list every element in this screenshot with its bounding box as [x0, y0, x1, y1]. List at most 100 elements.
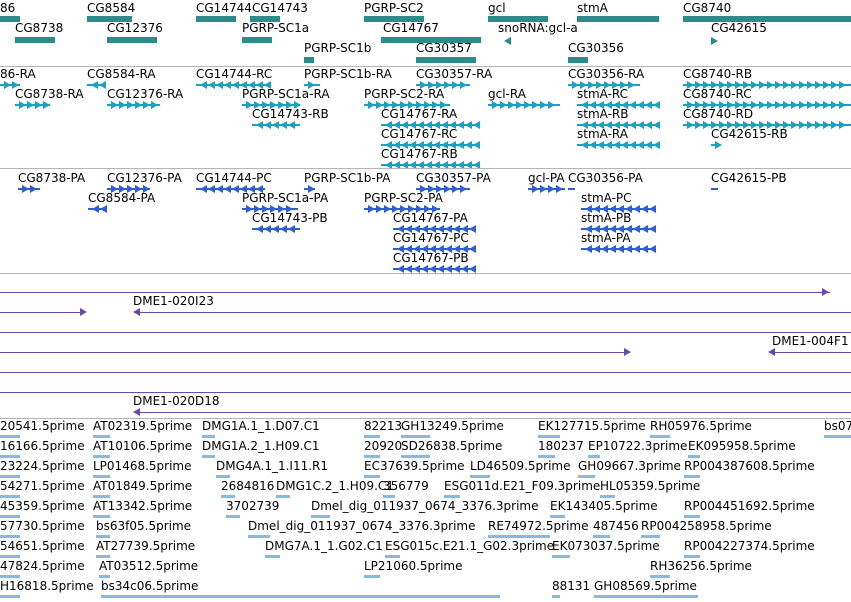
est_track-label[interactable]: RH36256.5prime: [650, 559, 752, 573]
est-bar[interactable]: [385, 555, 400, 558]
est-bar[interactable]: [364, 475, 380, 478]
protein_track-label[interactable]: gcl-PA: [528, 171, 565, 185]
intron-line[interactable]: [568, 188, 575, 190]
est_track-label[interactable]: bs63f05.5prime: [96, 519, 191, 533]
est-bar[interactable]: [594, 595, 698, 598]
est-bar[interactable]: [650, 435, 670, 438]
est_track-label[interactable]: 20920: [364, 439, 402, 453]
gene_track-label[interactable]: PGRP-SC1a: [242, 21, 309, 35]
mrna_track-label[interactable]: CG12376-RA: [107, 87, 183, 101]
protein_track-label[interactable]: CG14767-PA: [393, 211, 468, 225]
gene-bar[interactable]: [242, 37, 272, 43]
est-bar[interactable]: [600, 495, 615, 498]
est_track-label[interactable]: AT03512.5prime: [99, 559, 198, 573]
est_track-label[interactable]: 54271.5prime: [0, 479, 85, 493]
clone-line[interactable]: [0, 352, 630, 353]
gene_track-label[interactable]: 86: [0, 1, 15, 15]
protein_track-label[interactable]: PGRP-SC1a-PA: [242, 191, 328, 205]
est_track-label[interactable]: GH09667.3prime: [578, 459, 681, 473]
est-bar[interactable]: [641, 535, 660, 538]
est-bar[interactable]: [538, 455, 555, 458]
est_track-label[interactable]: 88131: [552, 579, 590, 593]
est-bar[interactable]: [93, 475, 110, 478]
est-bar[interactable]: [216, 475, 230, 478]
est_track-label[interactable]: HL05359.5prime: [600, 479, 700, 493]
mrna_track-label[interactable]: PGRP-SC1a-RA: [242, 87, 330, 101]
gene_track-label[interactable]: stmA: [577, 1, 608, 15]
est_track-label[interactable]: LP01468.5prime: [93, 459, 192, 473]
est-bar[interactable]: [650, 575, 670, 578]
est-bar[interactable]: [401, 435, 430, 438]
est_track-label[interactable]: EK143405.5prime: [550, 499, 658, 513]
protein_track-label[interactable]: PGRP-SC1b-PA: [304, 171, 390, 185]
est_track-label[interactable]: EC37639.5prime: [364, 459, 465, 473]
est-bar[interactable]: [0, 475, 20, 478]
est_track-label[interactable]: EP10722.3prime: [588, 439, 687, 453]
est_track-label[interactable]: 3702739: [226, 499, 279, 513]
intron-line[interactable]: [711, 188, 718, 190]
est_track-label[interactable]: AT02319.5prime: [93, 419, 192, 433]
protein_track-label[interactable]: CG8738-PA: [18, 171, 85, 185]
est_track-label[interactable]: GH13249.5prime: [401, 419, 504, 433]
est-bar[interactable]: [93, 515, 110, 518]
gene-bar[interactable]: [304, 57, 314, 63]
genome-browser-view[interactable]: 86 CG8584 CG14744 CG14743 PGRP-SC2 gcl stmA CG8…: [0, 0, 851, 602]
est-bar[interactable]: [276, 495, 290, 498]
gene_track-label[interactable]: CG42615: [711, 21, 767, 35]
mrna_track-label[interactable]: CG14767-RC: [381, 127, 457, 141]
gene-bar[interactable]: [196, 16, 236, 22]
est_track-label[interactable]: 16166.5prime: [0, 439, 85, 453]
est_track-label[interactable]: AT27739.5prime: [96, 539, 195, 553]
protein_track-label[interactable]: stmA-PA: [581, 231, 631, 245]
est_track-label[interactable]: LP21060.5prime: [364, 559, 463, 573]
est_track-label[interactable]: DMG1A.2_1.H09.C1: [202, 439, 320, 453]
est-bar[interactable]: [538, 435, 560, 438]
est_track-label[interactable]: RH05976.5prime: [650, 419, 752, 433]
est-bar[interactable]: [0, 435, 20, 438]
protein_track-label[interactable]: CG30356-PA: [568, 171, 643, 185]
clone-line[interactable]: [0, 392, 851, 393]
clone-line[interactable]: [0, 292, 830, 293]
gene-bar[interactable]: [683, 16, 851, 22]
est-bar[interactable]: [0, 515, 20, 518]
est_track-label[interactable]: 356779: [383, 479, 429, 493]
est_track-label[interactable]: ESG011d.E21_F09.3prime: [444, 479, 600, 493]
mrna_track-label[interactable]: CG30357-RA: [416, 67, 492, 81]
protein_track-label[interactable]: stmA-PB: [581, 211, 631, 225]
est_track-label[interactable]: 20541.5prime: [0, 419, 85, 433]
est-bar[interactable]: [0, 575, 20, 578]
est_track-label[interactable]: 487456: [593, 519, 639, 533]
mrna_track-label[interactable]: CG8740-RD: [683, 107, 753, 121]
mrna_track-label[interactable]: CG8584-RA: [87, 67, 156, 81]
protein_track-label[interactable]: CG14744-PC: [196, 171, 272, 185]
protein_track-label[interactable]: CG14767-PC: [393, 231, 469, 245]
est_track-label[interactable]: AT10106.5prime: [93, 439, 192, 453]
est-bar[interactable]: [93, 495, 110, 498]
est-bar[interactable]: [401, 455, 430, 458]
est_track-label[interactable]: 2684816: [221, 479, 274, 493]
est-bar[interactable]: [684, 555, 700, 558]
est_track-label[interactable]: 23224.5prime: [0, 459, 85, 473]
est_track-label[interactable]: RP004387608.5prime: [684, 459, 815, 473]
est_track-label[interactable]: DMG1A.1_1.D07.C1: [202, 419, 320, 433]
est_track-label[interactable]: Dmel_dig_011937_0674_3376.3prime: [248, 519, 476, 533]
est-bar[interactable]: [444, 495, 460, 498]
gene_track-label[interactable]: CG14767: [383, 21, 439, 35]
est-bar[interactable]: [364, 435, 380, 438]
mrna_track-label[interactable]: CG42615-RB: [711, 127, 788, 141]
gene_track-label[interactable]: CG30356: [568, 41, 624, 55]
est-bar[interactable]: [0, 555, 20, 558]
est-bar[interactable]: [96, 535, 110, 538]
est-bar[interactable]: [578, 475, 595, 478]
est_track-label[interactable]: 54651.5prime: [0, 539, 85, 553]
est_track-label[interactable]: EK073037.5prime: [552, 539, 660, 553]
est-bar[interactable]: [226, 515, 240, 518]
est-bar[interactable]: [93, 455, 110, 458]
est_track-label[interactable]: 45359.5prime: [0, 499, 85, 513]
est-bar[interactable]: [688, 455, 700, 458]
mrna_track-label[interactable]: CG8738-RA: [15, 87, 84, 101]
mrna_track-label[interactable]: PGRP-SC1b-RA: [304, 67, 392, 81]
gene_track-label[interactable]: CG12376: [107, 21, 163, 35]
clone-line[interactable]: [0, 332, 851, 333]
est-bar[interactable]: [93, 435, 110, 438]
